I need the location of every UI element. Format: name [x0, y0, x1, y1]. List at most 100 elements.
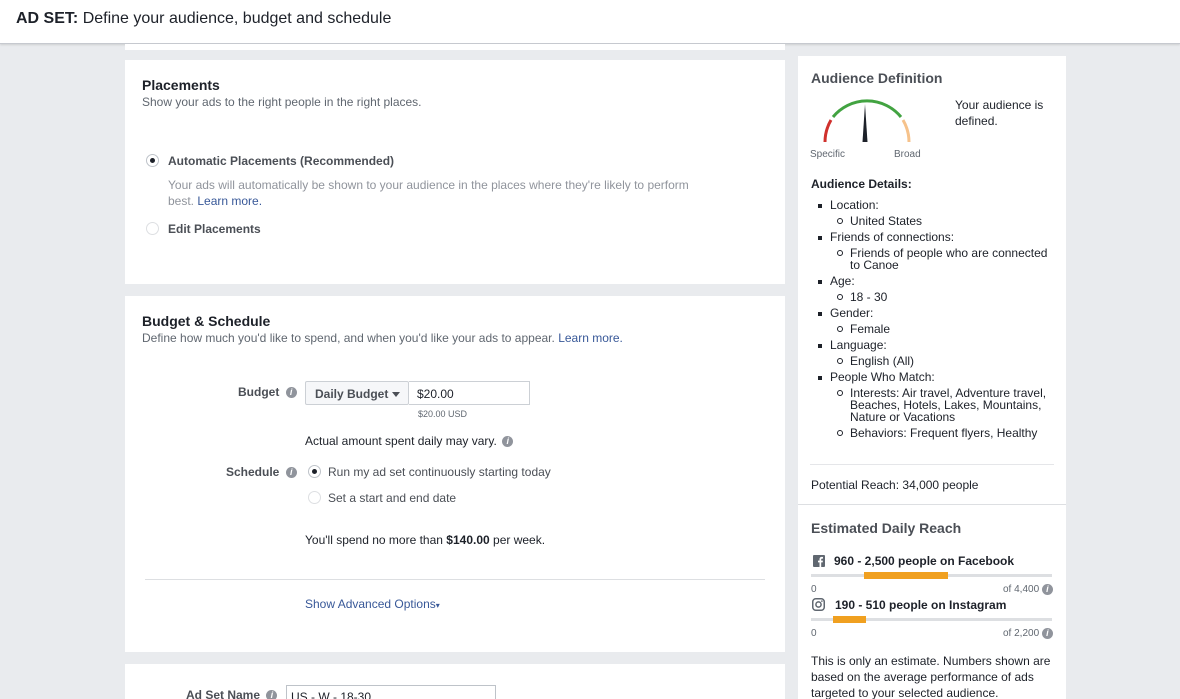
estimate-note: This is only an estimate. Numbers shown …: [811, 653, 1050, 699]
budget-divider: [145, 579, 765, 580]
placements-learn-more-link[interactable]: Learn more.: [197, 194, 262, 208]
detail-age-label: Age:: [816, 273, 1056, 289]
gauge-broad-label: Broad: [894, 149, 921, 160]
automatic-placements-desc-line2: best.: [168, 194, 195, 208]
edit-placements-label[interactable]: Edit Placements: [168, 222, 261, 236]
budget-schedule-title: Budget & Schedule: [142, 313, 271, 329]
instagram-reach-min: 0: [811, 628, 817, 639]
detail-interests-value: Interests: Air travel, Adventure travel,…: [816, 385, 1056, 425]
facebook-reach-max-wrap: of 4,400 i: [1003, 584, 1053, 595]
budget-learn-more-link[interactable]: Learn more.: [558, 331, 623, 345]
detail-gender-label: Gender:: [816, 305, 1056, 321]
show-advanced-options-label: Show Advanced Options: [305, 597, 436, 611]
automatic-placements-desc-line2-wrap: best. Learn more.: [168, 194, 262, 208]
instagram-reach-max: of 2,200: [1003, 628, 1040, 640]
placements-subtitle: Show your ads to the right people in the…: [142, 95, 422, 109]
automatic-placements-radio[interactable]: [146, 154, 159, 167]
audience-details-list: Location: United States Friends of conne…: [816, 197, 1056, 441]
budget-amount-input[interactable]: $20.00: [409, 381, 530, 405]
automatic-placements-description: Your ads will automatically be shown to …: [168, 178, 689, 192]
budget-type-value: Daily Budget: [315, 387, 389, 401]
budget-schedule-subtitle: Define how much you'd like to spend, and…: [142, 331, 555, 345]
adset-name-label: Ad Set Name: [186, 688, 261, 699]
schedule-info-icon[interactable]: i: [285, 467, 297, 479]
adset-name-input[interactable]: US - W - 18-30: [286, 685, 496, 699]
placements-title: Placements: [142, 77, 220, 93]
instagram-reach-max-wrap: of 2,200 i: [1003, 628, 1053, 639]
budget-info-icon[interactable]: i: [285, 387, 297, 399]
top-bar: AD SET: Define your audience, budget and…: [0, 0, 1180, 44]
gauge-ideal-segment: [831, 99, 903, 118]
adset-name-label-wrap: Ad Set Name i: [186, 688, 278, 699]
weekly-spend-suffix: per week.: [493, 533, 546, 547]
gauge-needle: [862, 104, 868, 142]
detail-location-value: United States: [816, 213, 1056, 229]
detail-friends-label: Friends of connections:: [816, 229, 1056, 245]
page-title: AD SET: Define your audience, budget and…: [16, 10, 391, 28]
budget-label-wrap: Budget i: [238, 385, 297, 399]
instagram-icon: [812, 598, 825, 611]
budget-schedule-subtitle-wrap: Define how much you'd like to spend, and…: [142, 331, 623, 345]
vary-info-icon[interactable]: i: [502, 436, 514, 448]
audience-definition-title: Audience Definition: [811, 70, 943, 86]
facebook-reach-bar: [864, 572, 949, 579]
chevron-down-icon: [392, 392, 400, 397]
detail-behaviors-value: Behaviors: Frequent flyers, Healthy: [816, 425, 1056, 441]
placements-card: [125, 60, 785, 284]
estimate-note-line3: targeted to your selected audience.: [811, 686, 999, 699]
facebook-reach-min: 0: [811, 584, 817, 595]
budget-label: Budget: [238, 385, 280, 399]
schedule-dates-label[interactable]: Set a start and end date: [328, 491, 456, 505]
adset-name-info-icon[interactable]: i: [266, 690, 278, 699]
schedule-dates-radio[interactable]: [308, 491, 321, 504]
audience-panel: Audience Definition Specific Broad Your …: [798, 56, 1066, 699]
schedule-label-wrap: Schedule i: [226, 465, 297, 479]
schedule-label: Schedule: [226, 465, 280, 479]
page-title-prefix: AD SET:: [16, 10, 79, 27]
weekly-spend-prefix: You'll spend no more than: [305, 533, 443, 547]
detail-age-value: 18 - 30: [816, 289, 1056, 305]
show-advanced-options-link[interactable]: Show Advanced Options▾: [305, 597, 440, 611]
estimated-daily-reach-title: Estimated Daily Reach: [811, 520, 962, 536]
facebook-icon: [813, 555, 825, 567]
budget-amount-note: $20.00 USD: [418, 409, 468, 419]
previous-card-edge: [125, 44, 785, 50]
instagram-reach-range: 190 - 510 people on Instagram: [835, 598, 1007, 612]
edit-placements-radio[interactable]: [146, 222, 159, 235]
instagram-reach-info-icon[interactable]: i: [1041, 628, 1053, 639]
schedule-continuous-radio[interactable]: [308, 465, 321, 478]
detail-language-label: Language:: [816, 337, 1056, 353]
audience-divider: [810, 464, 1054, 465]
panel-separator: [798, 504, 1066, 505]
detail-match-label: People Who Match:: [816, 369, 1056, 385]
facebook-reach-info-icon[interactable]: i: [1041, 584, 1053, 595]
audience-status-line1: Your audience is: [955, 98, 1044, 112]
small-caret-icon: ▾: [435, 601, 440, 610]
audience-status-line2: defined.: [955, 114, 998, 128]
detail-behaviors-line1: Behaviors: Frequent flyers, Healthy: [850, 426, 1038, 440]
detail-friends-value-line2: to Canoe: [850, 258, 899, 272]
vary-note-wrap: Actual amount spent daily may vary. i: [305, 434, 514, 448]
detail-language-value: English (All): [816, 353, 1056, 369]
vary-note: Actual amount spent daily may vary.: [305, 434, 497, 448]
gauge-specific-label: Specific: [810, 149, 846, 160]
potential-reach: Potential Reach: 34,000 people: [811, 478, 979, 492]
detail-gender-value: Female: [816, 321, 1056, 337]
audience-details-title: Audience Details:: [811, 177, 912, 191]
instagram-reach-bar: [832, 616, 867, 623]
facebook-reach-max: of 4,400: [1003, 584, 1040, 596]
weekly-spend-note: You'll spend no more than $140.00 per we…: [305, 533, 545, 547]
gauge-specific-segment: [823, 119, 833, 143]
gauge-broad-segment: [901, 119, 911, 143]
weekly-spend-amount: $140.00: [446, 533, 490, 547]
schedule-continuous-label[interactable]: Run my ad set continuously starting toda…: [328, 465, 551, 479]
budget-type-select[interactable]: Daily Budget: [305, 381, 409, 405]
estimate-note-line1: This is only an estimate. Numbers shown …: [811, 654, 1051, 668]
page-title-subtitle: Define your audience, budget and schedul…: [82, 10, 392, 27]
facebook-reach-range: 960 - 2,500 people on Facebook: [834, 554, 1015, 568]
automatic-placements-label[interactable]: Automatic Placements (Recommended): [168, 154, 394, 168]
detail-interests-line3: Nature or Vacations: [850, 410, 956, 424]
audience-status: Your audience is defined.: [955, 97, 1043, 129]
audience-gauge: [823, 99, 911, 143]
detail-location-label: Location:: [816, 197, 1056, 213]
